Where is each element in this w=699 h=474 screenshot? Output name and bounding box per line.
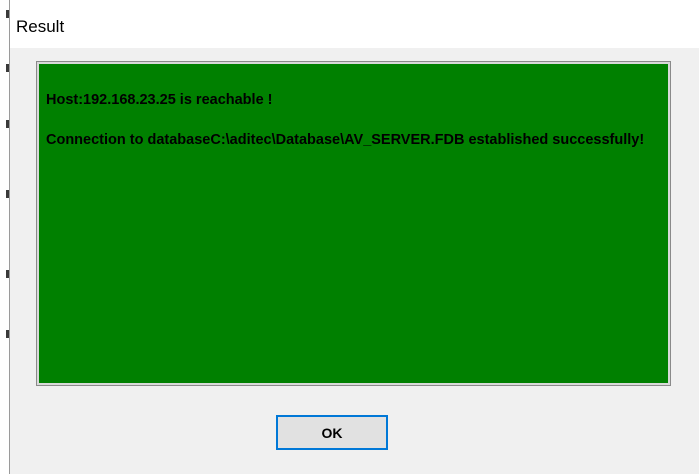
- database-connection-message: Connection to databaseC:\aditec\Database…: [46, 132, 645, 148]
- edge-mark: [6, 270, 9, 278]
- window-title: Result: [16, 17, 65, 36]
- edge-mark: [6, 120, 9, 128]
- title-bar[interactable]: Result: [10, 0, 699, 48]
- background-window-edge: [0, 0, 10, 474]
- host-reachable-message: Host:192.168.23.25 is reachable !: [46, 92, 273, 108]
- edge-mark: [6, 64, 9, 72]
- edge-mark: [6, 330, 9, 338]
- ok-button[interactable]: OK: [276, 415, 388, 450]
- edge-mark: [6, 190, 9, 198]
- edge-mark: [6, 10, 9, 18]
- result-dialog: Result Host:192.168.23.25 is reachable !…: [0, 0, 699, 474]
- result-message-box: Host:192.168.23.25 is reachable ! Connec…: [36, 61, 671, 386]
